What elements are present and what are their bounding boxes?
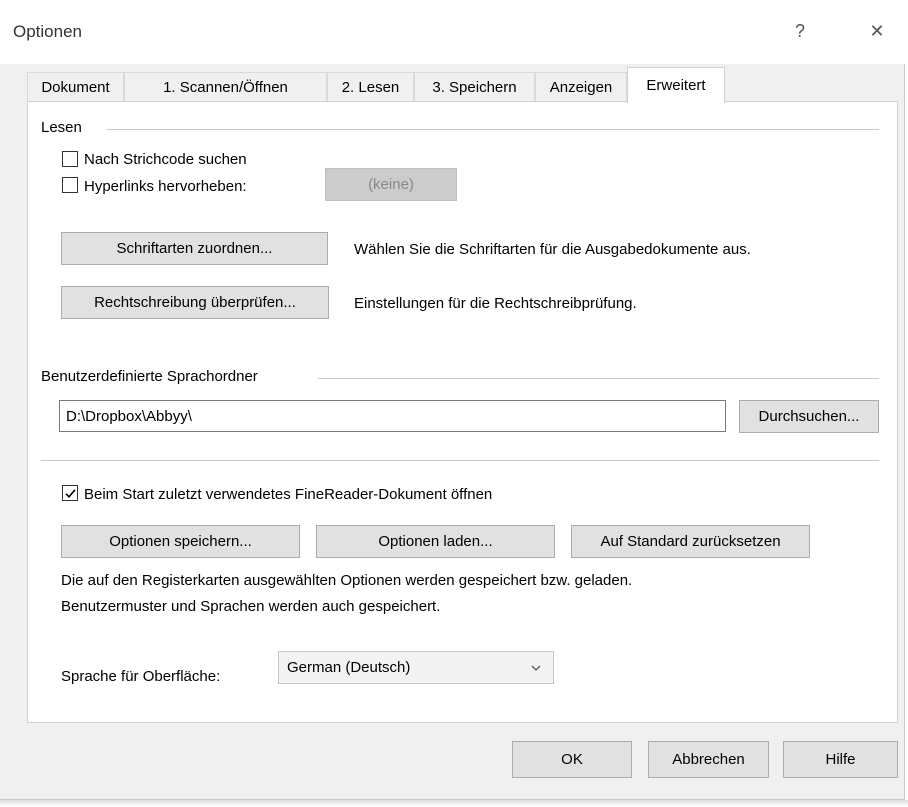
lesen-separator (106, 129, 879, 130)
tab-erweitert[interactable]: Erweitert (627, 67, 725, 103)
hyperlink-color-button[interactable]: (keine) (325, 168, 457, 201)
cancel-button[interactable]: Abbrechen (648, 741, 769, 778)
ui-language-label: Sprache für Oberfläche: (61, 668, 221, 685)
help-icon[interactable]: ? (785, 16, 815, 46)
lesen-group-label: Lesen (41, 119, 90, 136)
save-options-button[interactable]: Optionen speichern... (61, 525, 300, 558)
tab-scannen-oeffnen[interactable]: 1. Scannen/Öffnen (124, 72, 327, 102)
ui-language-select[interactable]: German (Deutsch) (278, 651, 554, 684)
assign-fonts-description: Wählen Sie die Schriftarten für die Ausg… (354, 241, 751, 258)
barcode-checkbox[interactable] (62, 151, 78, 167)
spellcheck-description: Einstellungen für die Rechtschreibprüfun… (354, 295, 637, 312)
languages-group-label: Benutzerdefinierte Sprachordner (41, 368, 266, 385)
open-last-document-checkbox[interactable] (62, 485, 78, 501)
open-last-document-label: Beim Start zuletzt verwendetes FineReade… (84, 486, 493, 503)
load-options-button[interactable]: Optionen laden... (316, 525, 555, 558)
tab-dokument[interactable]: Dokument (27, 72, 124, 102)
hyperlinks-checkbox[interactable] (62, 177, 78, 193)
misc-separator (41, 460, 879, 461)
languages-separator (318, 378, 879, 379)
tab-speichern[interactable]: 3. Speichern (414, 72, 535, 102)
chevron-down-icon (531, 665, 541, 671)
dialog-shadow (0, 800, 908, 807)
tab-anzeigen[interactable]: Anzeigen (535, 72, 627, 102)
hyperlinks-label: Hyperlinks hervorheben: (84, 178, 247, 195)
tab-panel-erweitert: Lesen Nach Strichcode suchen Hyperlinks … (27, 101, 898, 723)
options-dialog: Optionen ? ✕ Dokument 1. Scannen/Öffnen … (0, 0, 905, 800)
close-icon[interactable]: ✕ (862, 16, 892, 46)
assign-fonts-button[interactable]: Schriftarten zuordnen... (61, 232, 328, 265)
title-bar: Optionen ? ✕ (0, 0, 905, 64)
checkmark-icon (64, 488, 76, 498)
browse-button[interactable]: Durchsuchen... (739, 400, 879, 433)
options-info-line-2: Benutzermuster und Sprachen werden auch … (61, 598, 441, 615)
barcode-label: Nach Strichcode suchen (84, 151, 247, 168)
window-title: Optionen (13, 22, 82, 41)
tab-lesen[interactable]: 2. Lesen (327, 72, 414, 102)
language-folder-input[interactable]: D:\Dropbox\Abbyy\ (59, 400, 726, 432)
help-button[interactable]: Hilfe (783, 741, 898, 778)
spellcheck-button[interactable]: Rechtschreibung überprüfen... (61, 286, 329, 319)
options-info-line-1: Die auf den Registerkarten ausgewählten … (61, 572, 633, 589)
ui-language-value: German (Deutsch) (287, 659, 411, 676)
reset-defaults-button[interactable]: Auf Standard zurücksetzen (571, 525, 810, 558)
ok-button[interactable]: OK (512, 741, 632, 778)
